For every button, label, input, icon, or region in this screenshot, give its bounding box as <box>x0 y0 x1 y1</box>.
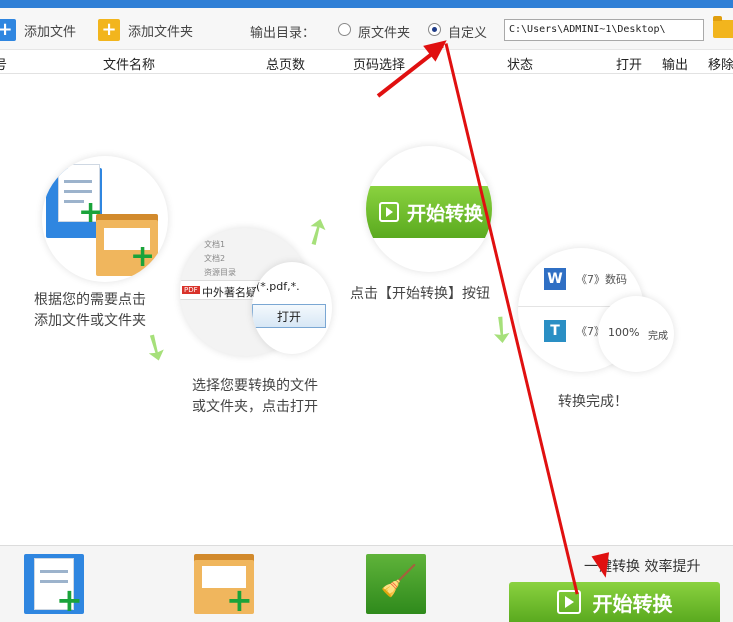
add-folder-icon: + <box>98 19 120 41</box>
broom-icon: 🧹 <box>380 564 418 599</box>
arrow-up-right-icon: ➚ <box>293 206 341 257</box>
done-status: 完成 <box>648 331 668 342</box>
play-icon <box>378 202 399 222</box>
col-index: 号 <box>0 58 8 73</box>
add-file-label: 添加文件 <box>24 24 77 40</box>
file-name-field: 中外著名疑 <box>202 286 257 299</box>
output-path-input[interactable]: C:\Users\ADMINI~1\Desktop\ <box>504 19 704 41</box>
open-button: 打开 <box>252 304 326 328</box>
col-file-name: 文件名称 <box>103 58 156 73</box>
title-strip <box>0 0 733 8</box>
browse-folder-icon[interactable] <box>713 16 733 38</box>
add-file-button[interactable]: + 添加文件 <box>0 18 76 42</box>
radio-original-folder[interactable] <box>338 23 351 36</box>
step1-circle: + + <box>42 156 168 282</box>
add-folder-label: 添加文件夹 <box>128 24 194 40</box>
progress-value: 100% <box>608 326 640 339</box>
output-dir-label: 输出目录： <box>250 26 316 41</box>
add-folder-large-button[interactable]: + <box>194 554 254 616</box>
col-remove: 移除 <box>708 58 733 73</box>
start-convert-preview-button: 开始转换 <box>366 186 492 238</box>
toolbar: + 添加文件 + 添加文件夹 输出目录： 原文件夹 自定义 C:\Users\A… <box>0 8 733 50</box>
add-file-icon: + <box>0 19 16 41</box>
step4-zoom-circle: 100% 完成 <box>598 296 674 372</box>
step3-text: 点击【开始转换】按钮 <box>350 286 490 302</box>
add-folder-button[interactable]: + 添加文件夹 <box>98 18 193 42</box>
file-table-header: 号 文件名称 总页数 页码选择 状态 打开 输出 移除 <box>0 50 733 74</box>
converter-window: + 添加文件 + 添加文件夹 输出目录： 原文件夹 自定义 C:\Users\A… <box>0 0 733 622</box>
pdf-icon: PDF <box>182 286 200 294</box>
step2-zoom-circle: (*.pdf,*. 打开 <box>252 262 332 354</box>
col-total-pages: 总页数 <box>266 58 306 73</box>
word-icon: W <box>544 268 566 290</box>
start-convert-button[interactable]: 开始转换 <box>509 582 720 622</box>
add-file-large-button[interactable]: + <box>24 554 84 616</box>
step2-text: 选择您要转换的文件 或文件夹，点击打开 <box>192 378 318 415</box>
col-output: 输出 <box>662 58 689 73</box>
col-status: 状态 <box>507 58 534 73</box>
step4-text: 转换完成！ <box>558 394 628 410</box>
plus-icon: + <box>130 239 156 274</box>
text-file-icon: T <box>544 320 566 342</box>
col-page-select: 页码选择 <box>353 58 406 73</box>
clear-list-button[interactable]: 🧹 <box>366 554 426 614</box>
file-filter: (*.pdf,*. <box>256 280 300 293</box>
step1-text: 根据您的需要点击 添加文件或文件夹 <box>34 292 146 329</box>
option-custom-label[interactable]: 自定义 <box>448 22 487 41</box>
option-original-label[interactable]: 原文件夹 <box>358 22 410 41</box>
col-open: 打开 <box>616 58 643 73</box>
